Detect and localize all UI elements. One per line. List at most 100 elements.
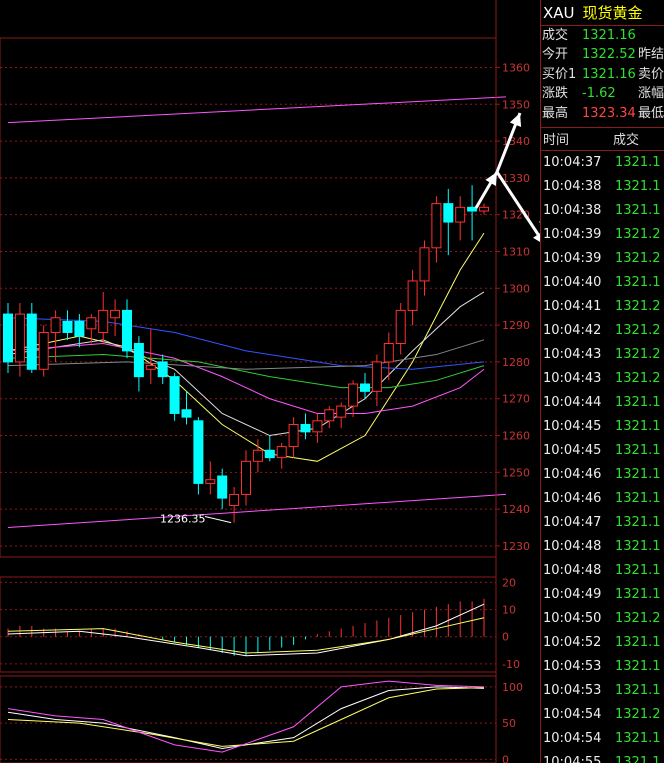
- quote-extra-label: 涨幅: [638, 86, 664, 102]
- candle: [407, 269, 418, 326]
- ticks-header-time: 时间: [543, 133, 570, 149]
- candle: [86, 314, 97, 344]
- price-tick-label: 1310: [502, 245, 530, 258]
- moving-average-line: [7, 354, 485, 389]
- tick-row: 10:04:44 1321.1: [541, 391, 664, 415]
- tick-price: 1321.1: [615, 467, 661, 483]
- ticks-list[interactable]: 10:04:37 1321.1 10:04:38 1321.1 10:04:38 1321…: [541, 151, 664, 763]
- tick-row: 10:04:47 1321.1: [541, 511, 664, 535]
- tick-row: 10:04:43 1321.2: [541, 343, 664, 367]
- price-tick-label: 1250: [502, 466, 530, 479]
- tick-row: 10:04:48 1321.1: [541, 535, 664, 559]
- candle: [395, 303, 406, 355]
- tick-time: 10:04:54: [543, 707, 602, 723]
- tick-price: 1321.2: [615, 251, 661, 267]
- candle: [110, 299, 121, 337]
- tick-price: 1321.2: [615, 227, 661, 243]
- quote-value: 1321.16: [582, 28, 636, 43]
- tick-price: 1321.1: [615, 563, 661, 579]
- tick-price: 1321.2: [615, 323, 661, 339]
- ticks-header-trade: 成交: [613, 133, 640, 149]
- tick-row: 10:04:52 1321.1: [541, 631, 664, 655]
- tick-price: 1321.1: [615, 755, 661, 763]
- kline-chart[interactable]: 1360135013401330132013101300129012801270…: [0, 0, 540, 763]
- tick-price: 1321.1: [615, 491, 661, 507]
- candle: [3, 303, 13, 373]
- candle: [145, 328, 156, 384]
- tick-row: 10:04:37 1321.1: [541, 151, 664, 175]
- kdj-tick-label: 0: [502, 753, 509, 763]
- candle: [217, 468, 228, 510]
- tick-time: 10:04:43: [543, 371, 602, 387]
- tick-price: 1321.1: [615, 635, 661, 651]
- quote-extra-label: 最低: [638, 105, 664, 121]
- candle: [419, 240, 430, 296]
- macd-tick-label: -10: [502, 658, 520, 671]
- tick-price: 1321.1: [615, 683, 661, 699]
- tick-row: 10:04:45 1321.1: [541, 439, 664, 463]
- macd-pane-border: [0, 576, 497, 673]
- tick-time: 10:04:47: [543, 515, 602, 531]
- price-tick-label: 1240: [502, 503, 530, 516]
- quote-row: 涨跌 -1.62 涨幅: [541, 84, 664, 103]
- tick-row: 10:04:46 1321.1: [541, 487, 664, 511]
- candle: [443, 188, 454, 256]
- candle: [276, 442, 287, 469]
- tick-row: 10:04:39 1321.2: [541, 247, 664, 271]
- tick-price: 1321.1: [615, 587, 661, 603]
- candle: [50, 310, 61, 362]
- tick-price: 1321.2: [615, 299, 661, 315]
- tick-price: 1321.1: [615, 419, 661, 435]
- candle: [300, 413, 311, 440]
- price-tick-label: 1330: [502, 172, 530, 185]
- kdj-j-line: [7, 680, 485, 753]
- tick-price: 1321.1: [615, 539, 661, 555]
- candle: [26, 303, 37, 373]
- channel-line: [7, 493, 506, 529]
- macd-tick-label: 10: [502, 604, 516, 617]
- tick-row: 10:04:38 1321.1: [541, 175, 664, 199]
- tick-price: 1321.1: [615, 275, 661, 291]
- candle: [181, 391, 192, 425]
- quote-value: 1323.34: [582, 105, 636, 121]
- channel-line: [7, 96, 506, 124]
- tick-row: 10:04:42 1321.2: [541, 319, 664, 343]
- tick-price: 1321.1: [615, 443, 661, 459]
- candle: [264, 435, 275, 462]
- tick-row: 10:04:39 1321.2: [541, 223, 664, 247]
- tick-row: 10:04:54 1321.1: [541, 727, 664, 751]
- tick-row: 10:04:43 1321.2: [541, 367, 664, 391]
- macd-tick-label: 20: [502, 576, 516, 589]
- quote-extra-label: 昨结: [638, 47, 664, 63]
- quote-row: 今开 1322.52 昨结: [541, 45, 664, 64]
- price-tick-label: 1280: [502, 356, 530, 369]
- tick-time: 10:04:52: [543, 635, 602, 651]
- quote-value: 1322.52: [582, 47, 636, 63]
- price-tick-label: 1260: [502, 430, 530, 443]
- price-tick-label: 1300: [502, 282, 530, 295]
- symbol-code: XAU: [543, 3, 575, 22]
- tick-row: 10:04:54 1321.2: [541, 703, 664, 727]
- tick-time: 10:04:41: [543, 299, 602, 315]
- tick-price: 1321.1: [615, 179, 661, 195]
- quote-label: 成交: [542, 28, 569, 43]
- tick-price: 1321.2: [615, 347, 661, 363]
- tick-price: 1321.1: [615, 731, 661, 747]
- tick-time: 10:04:48: [543, 539, 602, 555]
- candle: [467, 185, 478, 241]
- tick-time: 10:04:55: [543, 755, 602, 763]
- tick-time: 10:04:53: [543, 683, 602, 699]
- candle: [383, 332, 394, 381]
- tick-time: 10:04:39: [543, 251, 602, 267]
- kdj-tick-label: 100: [502, 681, 523, 694]
- tick-time: 10:04:38: [543, 179, 602, 195]
- ticks-header: 时间 成交: [541, 126, 664, 151]
- kdj-tick-label: 50: [502, 717, 516, 730]
- quote-panel: XAU 现货黄金 成交 1321.16 今开 1322.52 昨结 买价1 1321.16 卖…: [540, 0, 664, 763]
- tick-price: 1321.2: [615, 371, 661, 387]
- tick-time: 10:04:45: [543, 443, 602, 459]
- tick-time: 10:04:53: [543, 659, 602, 675]
- tick-time: 10:04:54: [543, 731, 602, 747]
- quote-value: -1.62: [582, 86, 616, 102]
- quote-label: 买价1: [542, 66, 577, 82]
